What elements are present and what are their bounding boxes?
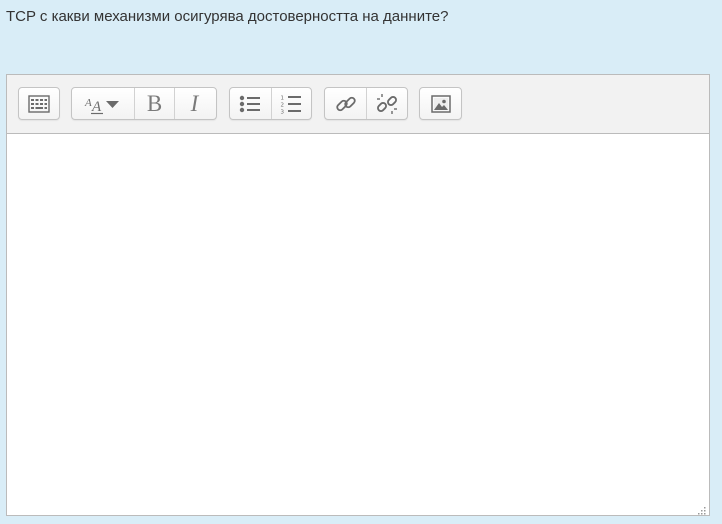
resize-handle-icon[interactable] [697, 503, 707, 515]
toolbar-group-toggle [18, 87, 60, 120]
font-size-button[interactable]: A A [72, 88, 134, 119]
italic-button[interactable]: I [174, 88, 214, 119]
svg-text:1: 1 [281, 95, 285, 101]
show-more-buttons-button[interactable] [19, 88, 59, 119]
svg-text:A: A [91, 99, 102, 115]
ordered-list-icon: 1 2 3 [280, 94, 302, 114]
image-icon [430, 94, 451, 113]
svg-text:A: A [84, 97, 92, 109]
svg-text:3: 3 [281, 109, 285, 114]
insert-image-button[interactable] [420, 88, 461, 119]
unordered-list-button[interactable] [230, 88, 271, 119]
ordered-list-button[interactable]: 1 2 3 [270, 88, 312, 119]
unlink-icon [376, 93, 398, 115]
toolbar-group-files [419, 87, 462, 120]
toolbar-group-links [324, 87, 408, 120]
show-more-buttons-icon [28, 94, 50, 113]
toolbar-group-lists: 1 2 3 [229, 87, 312, 120]
link-icon [335, 93, 357, 115]
svg-text:2: 2 [281, 102, 285, 108]
bold-button[interactable]: B [134, 88, 174, 119]
unlink-button[interactable] [366, 88, 407, 119]
unordered-list-icon [239, 95, 261, 113]
font-size-icon: A A [83, 93, 123, 115]
editor-toolbar: A A B I 1 2 3 [7, 75, 709, 134]
link-button[interactable] [325, 88, 366, 119]
editor-content-area[interactable] [7, 134, 709, 515]
question-text: TCP с какви механизми осигурява достовер… [6, 8, 449, 25]
rich-text-editor: A A B I 1 2 3 [6, 74, 710, 516]
toolbar-group-style: A A B I [71, 87, 217, 120]
